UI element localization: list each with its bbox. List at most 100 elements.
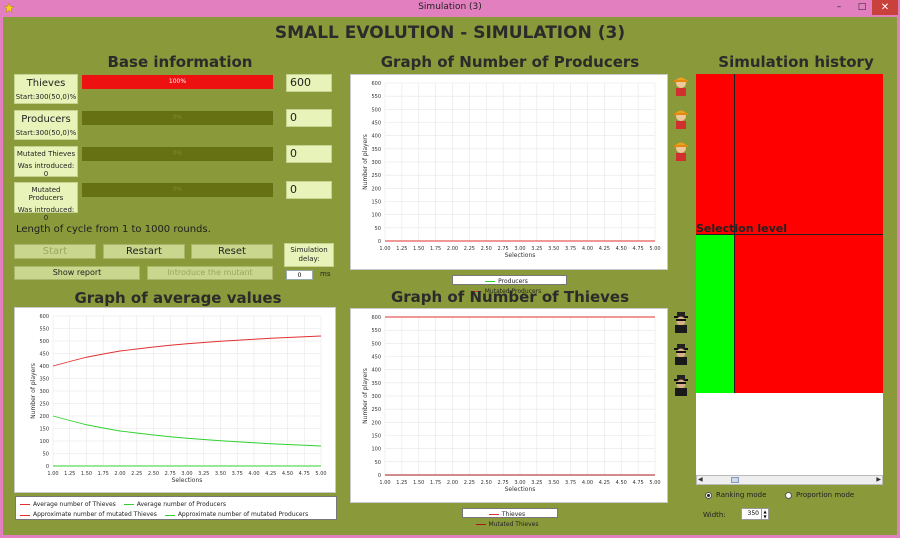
legend-swatch [485, 281, 496, 282]
x-tick-label: 1.50 [413, 480, 424, 486]
y-tick-label: 100 [371, 447, 381, 453]
proportion-mode-radio[interactable]: Proportion mode [785, 491, 854, 499]
avg-legend: Average number of Thieves Average number… [15, 496, 337, 520]
history-producers-area [696, 234, 734, 393]
width-spinner[interactable]: 350 ▲ ▼ [741, 508, 769, 520]
legend-swatch [20, 504, 30, 505]
scroll-thumb[interactable] [731, 477, 739, 483]
legend-label: Mutated Thieves [488, 521, 539, 528]
x-tick-label: 4.00 [582, 480, 593, 486]
y-tick-label: 500 [39, 339, 49, 345]
scroll-right-icon[interactable]: ▶ [876, 476, 881, 484]
y-axis-label: Number of players [30, 363, 37, 419]
producers-label: Producers [21, 114, 71, 125]
legend-item: Approximate number of mutated Producers [164, 510, 309, 520]
spinner-arrows-icon[interactable]: ▲ ▼ [761, 509, 768, 519]
y-tick-label: 200 [371, 186, 381, 192]
page-title: SMALL EVOLUTION - SIMULATION (3) [274, 23, 626, 43]
maximize-button[interactable]: □ [852, 0, 872, 15]
minimize-button[interactable]: – [826, 0, 852, 15]
y-tick-label: 250 [39, 402, 49, 408]
producers-start: Start:300(50,0)% [15, 129, 77, 137]
legend-label: Average number of Producers [136, 500, 226, 508]
thieves-graph-title: Graph of Number of Thieves [390, 288, 630, 306]
legend-label: Approximate number of mutated Thieves [33, 511, 157, 518]
y-tick-label: 550 [39, 327, 49, 333]
legend-swatch [488, 514, 499, 515]
thief-icon [674, 312, 688, 333]
ranking-mode-radio[interactable]: Ranking mode [705, 491, 766, 499]
y-tick-label: 450 [371, 355, 381, 361]
y-tick-label: 250 [371, 173, 381, 179]
y-tick-label: 400 [371, 134, 381, 140]
reset-button[interactable]: Reset [191, 244, 273, 259]
y-tick-label: 0 [378, 473, 381, 479]
x-tick-label: 4.50 [282, 471, 293, 477]
y-tick-label: 400 [39, 364, 49, 370]
x-tick-label: 1.25 [396, 246, 407, 252]
mutated-thieves-bar-text: 0% [172, 150, 183, 157]
y-tick-label: 450 [39, 352, 49, 358]
y-tick-label: 600 [39, 314, 49, 320]
x-tick-label: 2.00 [114, 471, 125, 477]
x-tick-label: 2.00 [447, 480, 458, 486]
show-report-button[interactable]: Show report [14, 266, 140, 280]
x-tick-label: 2.50 [481, 480, 492, 486]
y-tick-label: 200 [39, 414, 49, 420]
mutated-thieves-introduced: Was introduced: 0 [17, 162, 75, 178]
y-tick-label: 450 [371, 121, 381, 127]
legend-label: Approximate number of mutated Producers [177, 511, 309, 518]
producers-graph-title: Graph of Number of Producers [380, 53, 640, 71]
start-button[interactable]: Start [14, 244, 96, 259]
cycle-length-text: Length of cycle from 1 to 1000 rounds. [16, 224, 211, 235]
thief-icon [674, 375, 688, 396]
legend-swatch [164, 514, 175, 516]
y-tick-label: 200 [371, 420, 381, 426]
history-canvas: Selection level [696, 74, 883, 475]
proportion-mode-label: Proportion mode [796, 491, 855, 499]
x-tick-label: 4.50 [616, 480, 627, 486]
scroll-left-icon[interactable]: ◀ [698, 476, 703, 484]
x-tick-label: 1.75 [430, 246, 441, 252]
mutated-producers-label: Mutated Producers [28, 186, 64, 202]
x-tick-label: 4.75 [299, 471, 310, 477]
x-tick-label: 4.75 [633, 246, 644, 252]
y-tick-label: 300 [371, 160, 381, 166]
x-tick-label: 3.75 [565, 480, 576, 486]
legend-item: Thieves [488, 510, 525, 519]
x-tick-label: 4.00 [248, 471, 259, 477]
close-button[interactable]: ✕ [872, 0, 898, 15]
x-tick-label: 4.50 [616, 246, 627, 252]
x-tick-label: 4.00 [582, 246, 593, 252]
producers-label-box: Producers Start:300(50,0)% [14, 110, 78, 140]
radio-icon[interactable] [705, 491, 712, 499]
mutated-producers-bar: 0% [82, 183, 273, 197]
thieves-start: Start:300(50,0)% [15, 93, 77, 101]
y-tick-label: 0 [378, 239, 381, 245]
y-tick-label: 0 [46, 464, 49, 470]
history-scrollbar[interactable]: ◀ ▶ [696, 475, 883, 485]
avg-chart: 0 50 100 150 200 250 300 350 400 450 500 550 600 1.00… [30, 314, 327, 484]
legend-item: Average number of Thieves [20, 500, 116, 510]
legend-swatch [123, 504, 134, 505]
history-title: Simulation history [718, 53, 874, 71]
radio-icon[interactable] [785, 491, 792, 499]
y-tick-label: 150 [371, 434, 381, 440]
mutated-thieves-label-box: Mutated Thieves Was introduced: 0 [14, 146, 78, 178]
main-panel: SMALL EVOLUTION - SIMULATION (3) Base in… [3, 17, 897, 535]
base-info-title: Base information [107, 53, 253, 71]
avg-graph-title: Graph of average values [74, 289, 282, 307]
y-axis-label: Number of players [362, 368, 369, 424]
app-window: Simulation (3) – □ ✕ SMALL EVOLUTION - S… [0, 0, 900, 538]
mutated-producers-value: 0 [286, 181, 332, 199]
y-tick-label: 550 [371, 328, 381, 334]
producers-chart: 0 50 100 150 200 250 300 350 400 450 500 550 600 1.00… [362, 81, 661, 259]
x-tick-label: 3.75 [232, 471, 243, 477]
introduce-mutant-button[interactable]: Introduce the mutant [147, 266, 273, 280]
simulation-delay-input[interactable]: 0 [286, 270, 313, 280]
legend-label: Average number of Thieves [33, 500, 116, 508]
y-tick-label: 350 [371, 381, 381, 387]
x-tick-label: 4.75 [633, 480, 644, 486]
width-value[interactable]: 350 [748, 510, 759, 517]
restart-button[interactable]: Restart [103, 244, 185, 259]
